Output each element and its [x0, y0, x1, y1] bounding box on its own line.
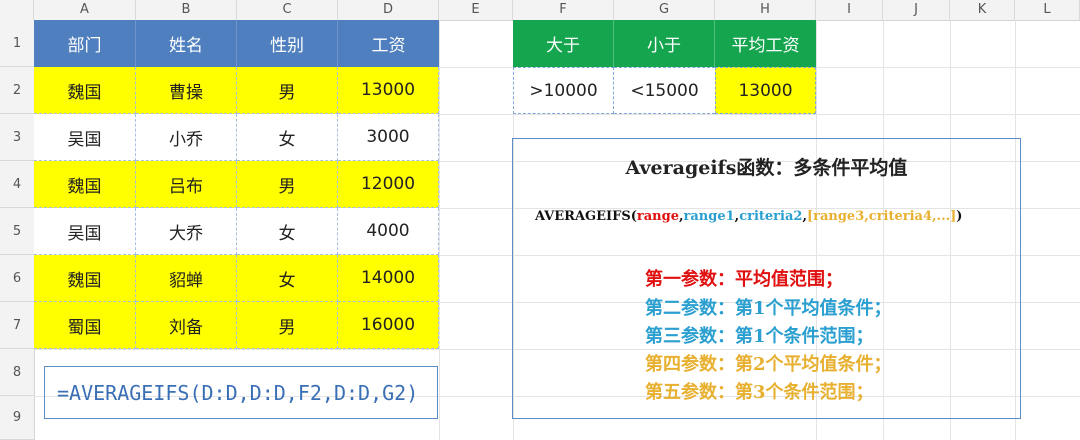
- table-cell[interactable]: 12000: [338, 161, 439, 208]
- row-header-8[interactable]: 8: [0, 349, 34, 396]
- column-header-g[interactable]: G: [614, 0, 715, 20]
- syntax-close-paren: ): [956, 209, 963, 224]
- table-cell[interactable]: 13000: [338, 67, 439, 114]
- column-header-bar: A B C D E F G H I J K L: [0, 0, 1080, 21]
- param-line-1: 第一参数：平均值范围；: [645, 269, 843, 290]
- table-header-cell[interactable]: 姓名: [136, 20, 237, 67]
- criteria-header-cell[interactable]: 大于: [513, 20, 614, 67]
- row-header-7[interactable]: 7: [0, 302, 34, 349]
- table-cell[interactable]: 女: [237, 114, 338, 161]
- function-syntax: AVERAGEIFS(range,range1,criteria2,[range…: [535, 209, 962, 224]
- row-header-bar: 1 2 3 4 5 6 7 8 9: [0, 20, 35, 440]
- table-cell[interactable]: 吴国: [34, 208, 136, 255]
- syntax-arg-optional: [range3,criteria4,...]: [806, 209, 957, 224]
- table-cell[interactable]: 蜀国: [34, 302, 136, 349]
- row-header-5[interactable]: 5: [0, 208, 34, 255]
- table-cell[interactable]: 魏国: [34, 67, 136, 114]
- table-cell[interactable]: 男: [237, 161, 338, 208]
- column-header-c[interactable]: C: [237, 0, 338, 20]
- table-cell[interactable]: 貂蝉: [136, 255, 237, 302]
- table-cell[interactable]: 16000: [338, 302, 439, 349]
- table-cell[interactable]: 魏国: [34, 161, 136, 208]
- column-header-b[interactable]: B: [136, 0, 237, 20]
- column-header-a[interactable]: A: [34, 0, 136, 20]
- table-header-cell[interactable]: 性别: [237, 20, 338, 67]
- column-header-e[interactable]: E: [439, 0, 513, 20]
- average-result-cell[interactable]: 13000: [715, 67, 816, 114]
- param-line-3: 第三参数：第1个条件范围；: [645, 326, 874, 347]
- table-cell[interactable]: 小乔: [136, 114, 237, 161]
- row-header-2[interactable]: 2: [0, 67, 34, 114]
- table-cell[interactable]: 刘备: [136, 302, 237, 349]
- criteria-header-cell[interactable]: 平均工资: [715, 20, 816, 67]
- param-line-2: 第二参数：第1个平均值条件；: [645, 298, 892, 319]
- column-header-h[interactable]: H: [715, 0, 816, 20]
- table-header-cell[interactable]: 工资: [338, 20, 439, 67]
- row-header-1[interactable]: 1: [0, 20, 34, 67]
- table-cell[interactable]: 男: [237, 302, 338, 349]
- table-cell[interactable]: 曹操: [136, 67, 237, 114]
- criteria-value-cell[interactable]: <15000: [614, 67, 715, 114]
- column-header-d[interactable]: D: [338, 0, 439, 20]
- column-header-f[interactable]: F: [513, 0, 614, 20]
- syntax-arg-1: range: [636, 209, 679, 224]
- table-cell[interactable]: 吕布: [136, 161, 237, 208]
- table-header-cell[interactable]: 部门: [34, 20, 136, 67]
- table-cell[interactable]: 3000: [338, 114, 439, 161]
- column-header-k[interactable]: K: [950, 0, 1015, 20]
- syntax-function-name: AVERAGEIFS(: [535, 209, 637, 224]
- syntax-arg-2: range1: [683, 209, 735, 224]
- formula-textbox[interactable]: =AVERAGEIFS(D:D,D:D,F2,D:D,G2): [44, 366, 438, 419]
- table-cell[interactable]: 14000: [338, 255, 439, 302]
- row-header-6[interactable]: 6: [0, 255, 34, 302]
- table-cell[interactable]: 女: [237, 208, 338, 255]
- table-cell[interactable]: 吴国: [34, 114, 136, 161]
- syntax-arg-3: criteria2: [739, 209, 803, 224]
- criteria-header-cell[interactable]: 小于: [614, 20, 715, 67]
- table-cell[interactable]: 女: [237, 255, 338, 302]
- row-header-3[interactable]: 3: [0, 114, 34, 161]
- explanation-textbox[interactable]: Averageifs函数：多条件平均值 AVERAGEIFS(range,ran…: [512, 138, 1021, 419]
- explanation-title: Averageifs函数：多条件平均值: [625, 157, 908, 179]
- table-cell[interactable]: 男: [237, 67, 338, 114]
- table-cell[interactable]: 魏国: [34, 255, 136, 302]
- table-cell[interactable]: 4000: [338, 208, 439, 255]
- param-line-5: 第五参数：第3个条件范围；: [645, 382, 874, 403]
- criteria-value-cell[interactable]: >10000: [513, 67, 614, 114]
- row-header-4[interactable]: 4: [0, 161, 34, 208]
- row-header-9[interactable]: 9: [0, 396, 34, 440]
- param-line-4: 第四参数：第2个平均值条件；: [645, 354, 892, 375]
- grid-line: [439, 20, 440, 440]
- column-header-i[interactable]: I: [816, 0, 883, 20]
- column-header-j[interactable]: J: [883, 0, 950, 20]
- select-all-corner[interactable]: [0, 0, 34, 20]
- column-header-l[interactable]: L: [1015, 0, 1080, 20]
- table-cell[interactable]: 大乔: [136, 208, 237, 255]
